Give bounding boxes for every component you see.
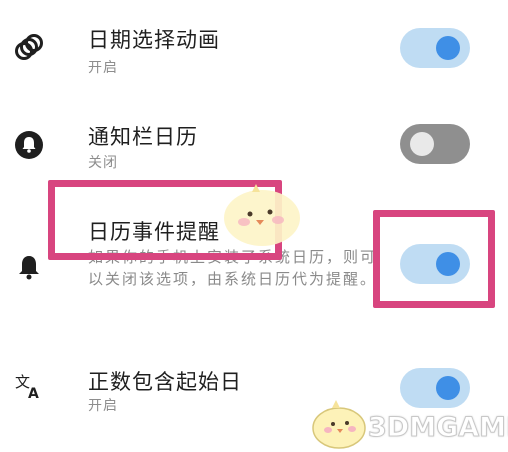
toggle-knob <box>436 376 460 400</box>
translate-icon: 文 A <box>15 373 39 400</box>
toggle-knob <box>410 132 434 156</box>
setting-row-notification-calendar[interactable]: 通知栏日历 关闭 <box>0 110 508 190</box>
circles-overlap-icon <box>15 34 43 60</box>
include-start-day-toggle[interactable] <box>400 368 470 408</box>
notification-calendar-toggle[interactable] <box>400 124 470 164</box>
bell-icon <box>19 256 39 280</box>
chick-mascot-icon <box>224 184 300 246</box>
setting-status: 开启 <box>88 398 118 414</box>
setting-status: 关闭 <box>88 155 118 171</box>
toggle-knob <box>436 36 460 60</box>
highlight-box-toggle <box>373 210 495 308</box>
setting-title: 通知栏日历 <box>88 125 198 149</box>
watermark-text: 3DMGAME <box>367 412 508 444</box>
setting-row-date-animation[interactable]: 日期选择动画 开启 <box>0 0 508 110</box>
date-animation-toggle[interactable] <box>400 28 470 68</box>
watermark-logo-icon <box>312 400 366 449</box>
setting-title: 日期选择动画 <box>88 28 220 52</box>
svg-text:A: A <box>28 386 39 400</box>
setting-title: 正数包含起始日 <box>88 370 242 394</box>
setting-status: 开启 <box>88 60 118 76</box>
bell-icon <box>15 131 43 159</box>
